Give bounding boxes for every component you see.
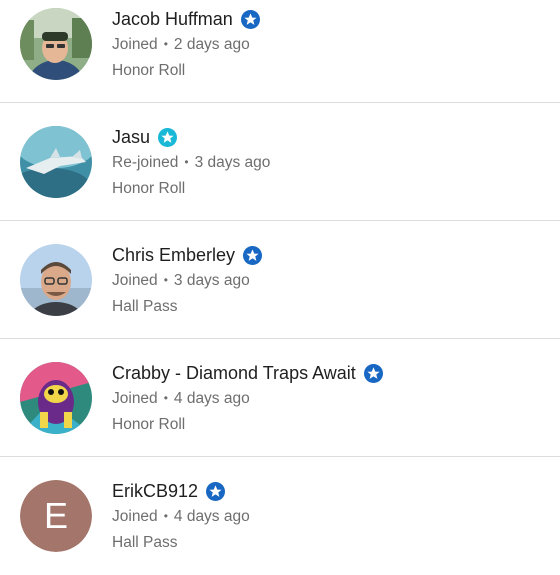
star-badge-icon	[243, 245, 263, 265]
member-name[interactable]: Jasu	[112, 127, 150, 148]
photo-avatar-icon	[20, 126, 92, 198]
member-row-crabby[interactable]: Crabby - Diamond Traps Await Joined • 4 da…	[0, 339, 560, 457]
avatar[interactable]	[20, 126, 92, 198]
star-badge-icon	[240, 9, 260, 29]
separator-dot: •	[184, 155, 189, 169]
membership-status: Joined	[112, 36, 158, 53]
photo-avatar-icon	[20, 244, 92, 316]
avatar[interactable]	[20, 362, 92, 434]
member-name[interactable]: Crabby - Diamond Traps Await	[112, 363, 356, 384]
membership-status: Joined	[112, 272, 158, 289]
star-badge-icon	[158, 127, 178, 147]
joined-time: 2 days ago	[173, 36, 250, 53]
membership-level: Honor Roll	[112, 416, 186, 433]
membership-level: Hall Pass	[112, 298, 178, 315]
joined-time: 4 days ago	[173, 508, 250, 525]
joined-time: 4 days ago	[173, 390, 250, 407]
joined-time: 3 days ago	[173, 272, 250, 289]
member-list: Jacob Huffman Joined • 2 days ago Honor Ro…	[0, 0, 560, 575]
avatar[interactable]	[20, 8, 92, 80]
member-name[interactable]: Chris Emberley	[112, 245, 235, 266]
letter-avatar: E	[20, 480, 92, 552]
separator-dot: •	[163, 509, 168, 523]
star-badge-icon	[206, 481, 226, 501]
separator-dot: •	[163, 37, 168, 51]
member-name[interactable]: ErikCB912	[112, 481, 198, 502]
membership-status: Joined	[112, 508, 158, 525]
membership-level: Honor Roll	[112, 180, 186, 197]
member-row-jasu[interactable]: Jasu Re-joined • 3 days ago Honor Roll	[0, 103, 560, 221]
membership-level: Hall Pass	[112, 534, 178, 551]
membership-level: Honor Roll	[112, 62, 186, 79]
member-row-chris-emberley[interactable]: Chris Emberley Joined • 3 days ago Hall Pa…	[0, 221, 560, 339]
avatar[interactable]: E	[20, 480, 92, 552]
member-row-erikcb912[interactable]: E ErikCB912 Joined • 4 days ago Hall Pass	[0, 457, 560, 575]
star-badge-icon	[363, 363, 383, 383]
membership-status: Re-joined	[112, 154, 179, 171]
photo-avatar-icon	[20, 8, 92, 80]
member-row-jacob-huffman[interactable]: Jacob Huffman Joined • 2 days ago Honor Ro…	[0, 0, 560, 103]
joined-time: 3 days ago	[194, 154, 271, 171]
photo-avatar-icon	[20, 362, 92, 434]
avatar[interactable]	[20, 244, 92, 316]
membership-status: Joined	[112, 390, 158, 407]
separator-dot: •	[163, 273, 168, 287]
member-name[interactable]: Jacob Huffman	[112, 9, 233, 30]
separator-dot: •	[163, 391, 168, 405]
